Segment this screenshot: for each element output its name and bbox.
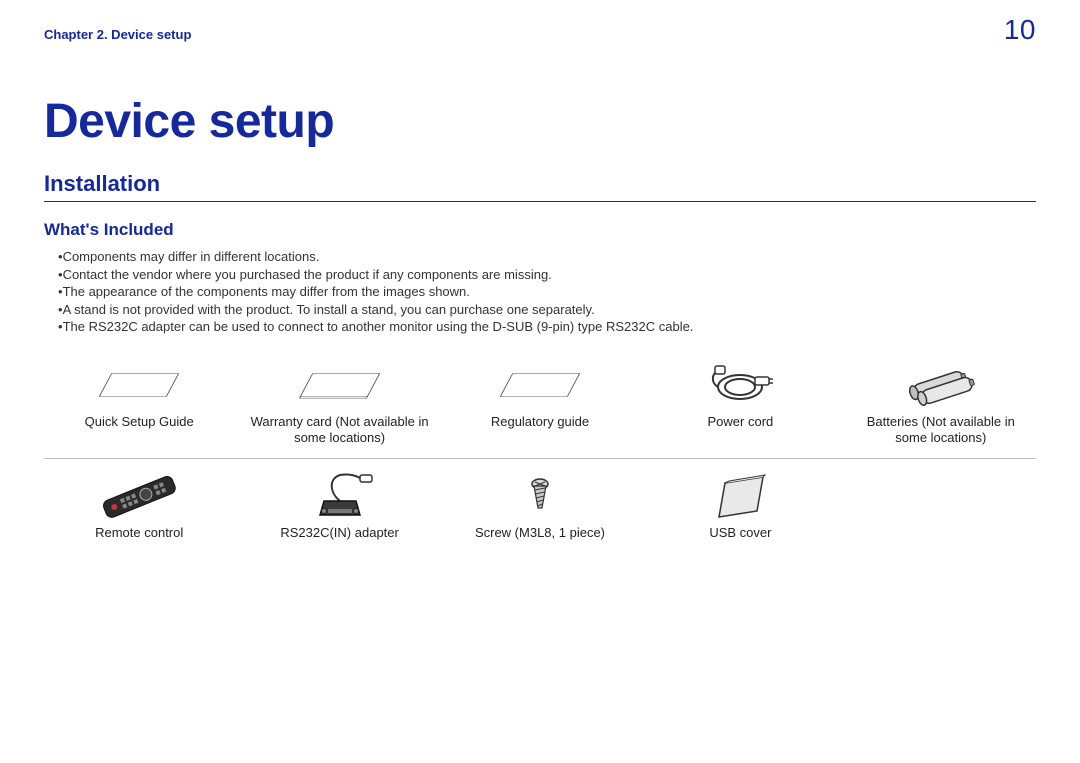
component-label: Screw (M3L8, 1 piece) (449, 525, 631, 541)
note-item: A stand is not provided with the product… (44, 301, 1036, 319)
subsection-title: What's Included (44, 220, 1036, 240)
adapter-icon (248, 469, 430, 523)
screw-icon (449, 469, 631, 523)
page-root: Chapter 2. Device setup 10 Device setup … (0, 0, 1080, 551)
component-warranty-card: Warranty card (Not available in some loc… (244, 352, 434, 457)
usb-cover-icon (649, 469, 831, 523)
component-label: Quick Setup Guide (48, 414, 230, 430)
empty-cell (846, 463, 1036, 551)
remote-icon (48, 469, 230, 523)
component-label: Batteries (Not available in some locatio… (850, 414, 1032, 447)
component-screw: Screw (M3L8, 1 piece) (445, 463, 635, 551)
component-rs232c-adapter: RS232C(IN) adapter (244, 463, 434, 551)
sheet-icon (449, 358, 631, 412)
component-usb-cover: USB cover (645, 463, 835, 551)
grid-divider (44, 458, 1036, 459)
component-remote-control: Remote control (44, 463, 234, 551)
chapter-title: Device setup (44, 94, 1036, 149)
section-title: Installation (44, 171, 1036, 197)
component-regulatory-guide: Regulatory guide (445, 352, 635, 457)
component-label: RS232C(IN) adapter (248, 525, 430, 541)
page-header: Chapter 2. Device setup 10 (44, 14, 1036, 46)
sheet-icon (48, 358, 230, 412)
component-label: Warranty card (Not available in some loc… (248, 414, 430, 447)
notes-list: Components may differ in different locat… (44, 248, 1036, 336)
note-item: Contact the vendor where you purchased t… (44, 266, 1036, 284)
component-label: USB cover (649, 525, 831, 541)
batteries-icon (850, 358, 1032, 412)
chapter-breadcrumb: Chapter 2. Device setup (44, 27, 191, 42)
component-label: Regulatory guide (449, 414, 631, 430)
component-label: Power cord (649, 414, 831, 430)
component-batteries: Batteries (Not available in some locatio… (846, 352, 1036, 457)
note-item: The RS232C adapter can be used to connec… (44, 318, 1036, 336)
note-item: The appearance of the components may dif… (44, 283, 1036, 301)
component-label: Remote control (48, 525, 230, 541)
section-rule (44, 201, 1036, 202)
component-quick-setup-guide: Quick Setup Guide (44, 352, 234, 457)
page-number: 10 (1004, 14, 1036, 46)
sheet-icon (248, 358, 430, 412)
note-item: Components may differ in different locat… (44, 248, 1036, 266)
component-power-cord: Power cord (645, 352, 835, 457)
power-cord-icon (649, 358, 831, 412)
components-grid: Quick Setup Guide Warranty card (Not ava… (44, 352, 1036, 552)
